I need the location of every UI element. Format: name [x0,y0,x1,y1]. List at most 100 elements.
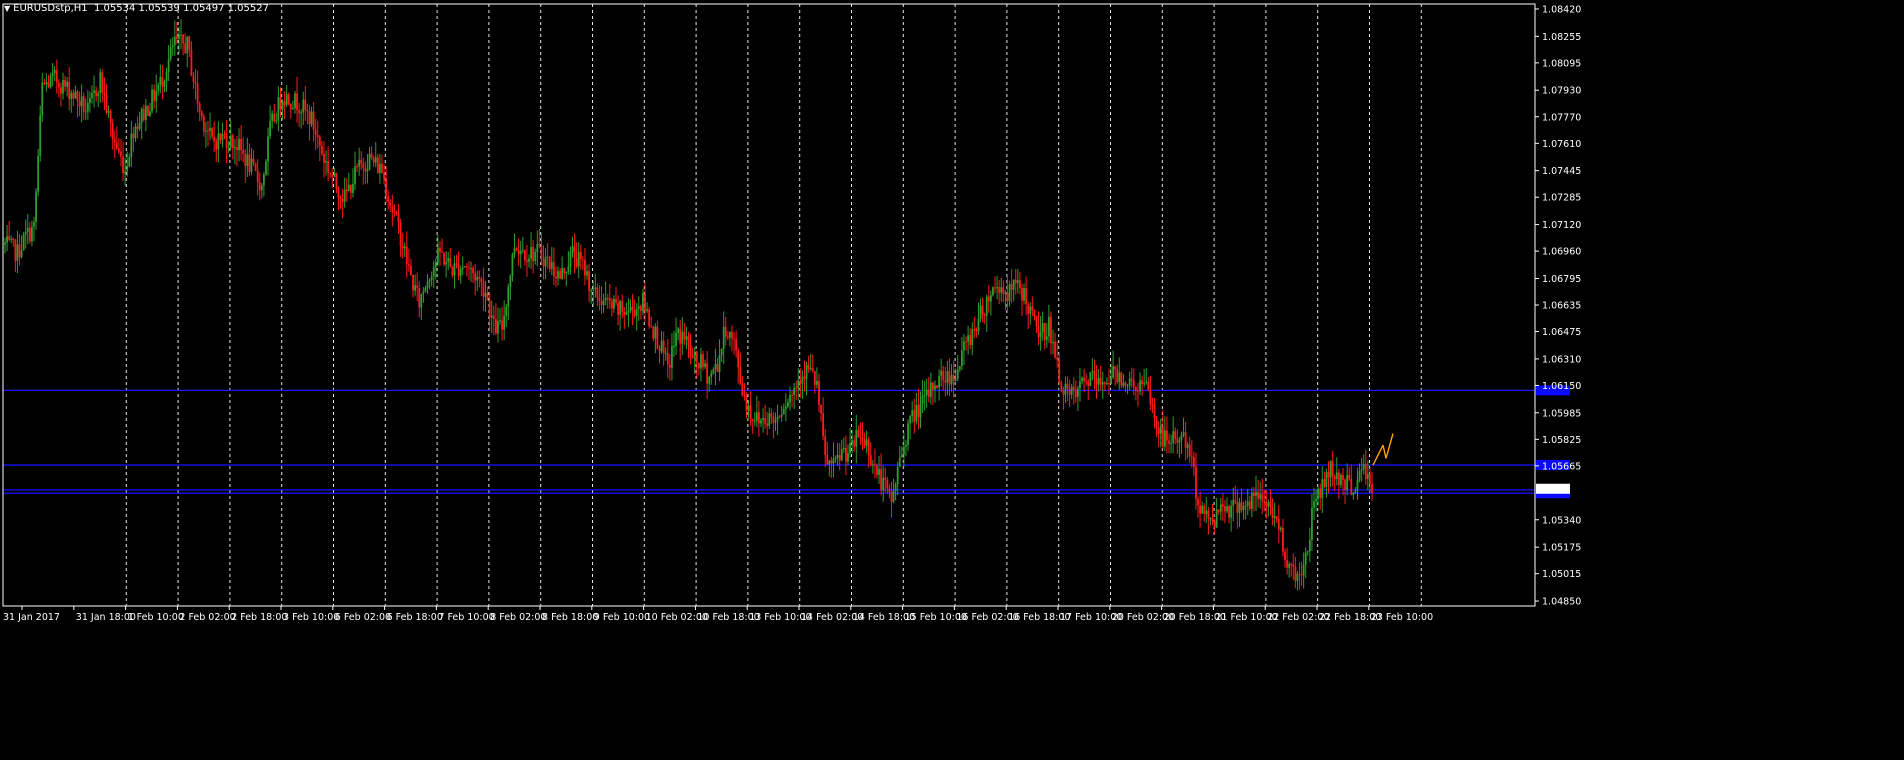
candle [393,204,396,218]
candle [445,251,448,278]
candle [134,123,137,142]
candle [778,415,781,418]
price-chart[interactable]: 31 Jan 2017 31 Jan 18:001 Feb 10:002 Feb … [0,0,1904,760]
candle-body [1097,377,1100,385]
candle-body [1213,520,1216,528]
candle [770,408,773,424]
candle [849,427,851,458]
candle [992,286,994,297]
candle [248,143,251,177]
candle [120,138,122,167]
candle [416,272,419,302]
candle-body [360,159,363,164]
candle-body [1288,564,1291,568]
candle-body [774,420,777,423]
candle [173,20,176,56]
candle [1068,379,1071,407]
candle [1238,497,1241,528]
candle [1083,368,1086,393]
candle-body [1321,479,1324,499]
candle-body [190,49,193,76]
candle-body [300,112,303,114]
candle [602,293,605,313]
candle [147,104,149,116]
candle [196,70,199,113]
current-price-marker [1536,483,1570,494]
candle-body [64,79,66,87]
candle [426,274,429,295]
candle [1079,368,1081,402]
candle [523,249,526,266]
candle [743,382,746,401]
candle-body [1284,551,1286,560]
candle [1205,497,1208,524]
candle [828,459,831,477]
candle-body [335,172,338,189]
candle-body [1246,501,1249,506]
candle [89,91,91,113]
candle [219,132,222,144]
candle-body [401,245,404,249]
candle [202,113,205,137]
candle [405,231,408,278]
candle [182,34,185,56]
candle [1047,304,1050,343]
candle-body [1166,430,1168,441]
candle [381,154,383,174]
candle-body [840,449,843,461]
candle-body [1277,519,1280,530]
candle-body [729,331,731,338]
candle [652,325,655,342]
candle-body [1201,505,1204,514]
candle [1267,499,1270,517]
candle [824,429,827,468]
candle [733,332,735,355]
candle [1000,277,1003,302]
candle-body [1163,430,1166,447]
candle [221,122,224,148]
candle-body [571,246,574,253]
candle [544,248,547,280]
candle [996,275,999,300]
candle-body [857,429,860,438]
candle [965,336,967,351]
candle [515,246,518,252]
candle [1236,489,1239,529]
candle [494,303,497,336]
candle-body [153,89,156,101]
candle-body [938,375,941,388]
candle-body [72,92,75,99]
candle [579,244,582,270]
candle [225,119,228,164]
candle-body [563,267,566,274]
candle [18,234,21,266]
candle [132,126,135,152]
candle-body [1027,303,1030,314]
candle-body [202,116,205,132]
candle-body [793,387,796,396]
candle [884,467,887,493]
candle-body [147,105,149,116]
candle-body [648,309,651,327]
candle-body [615,298,617,303]
candle [1192,451,1195,476]
candle [1168,433,1170,454]
candle [1066,376,1069,401]
candle [656,320,659,350]
candle [1105,377,1108,386]
candle-body [151,89,153,112]
candle [399,218,402,258]
candle-body [497,321,499,334]
candle-body [1143,383,1146,385]
candle [1064,376,1067,403]
candle-body [956,369,959,379]
candle [967,325,970,355]
candle [93,75,95,108]
candle-body [724,326,727,337]
candle-body [573,246,576,259]
candle-body [700,354,702,369]
candle-body [766,423,769,426]
chart-window[interactable]: ▼ EURUSDstp,H1 1.05534 1.05539 1.05497 1.… [0,0,1904,760]
candle [149,102,151,117]
candle [1056,341,1059,368]
